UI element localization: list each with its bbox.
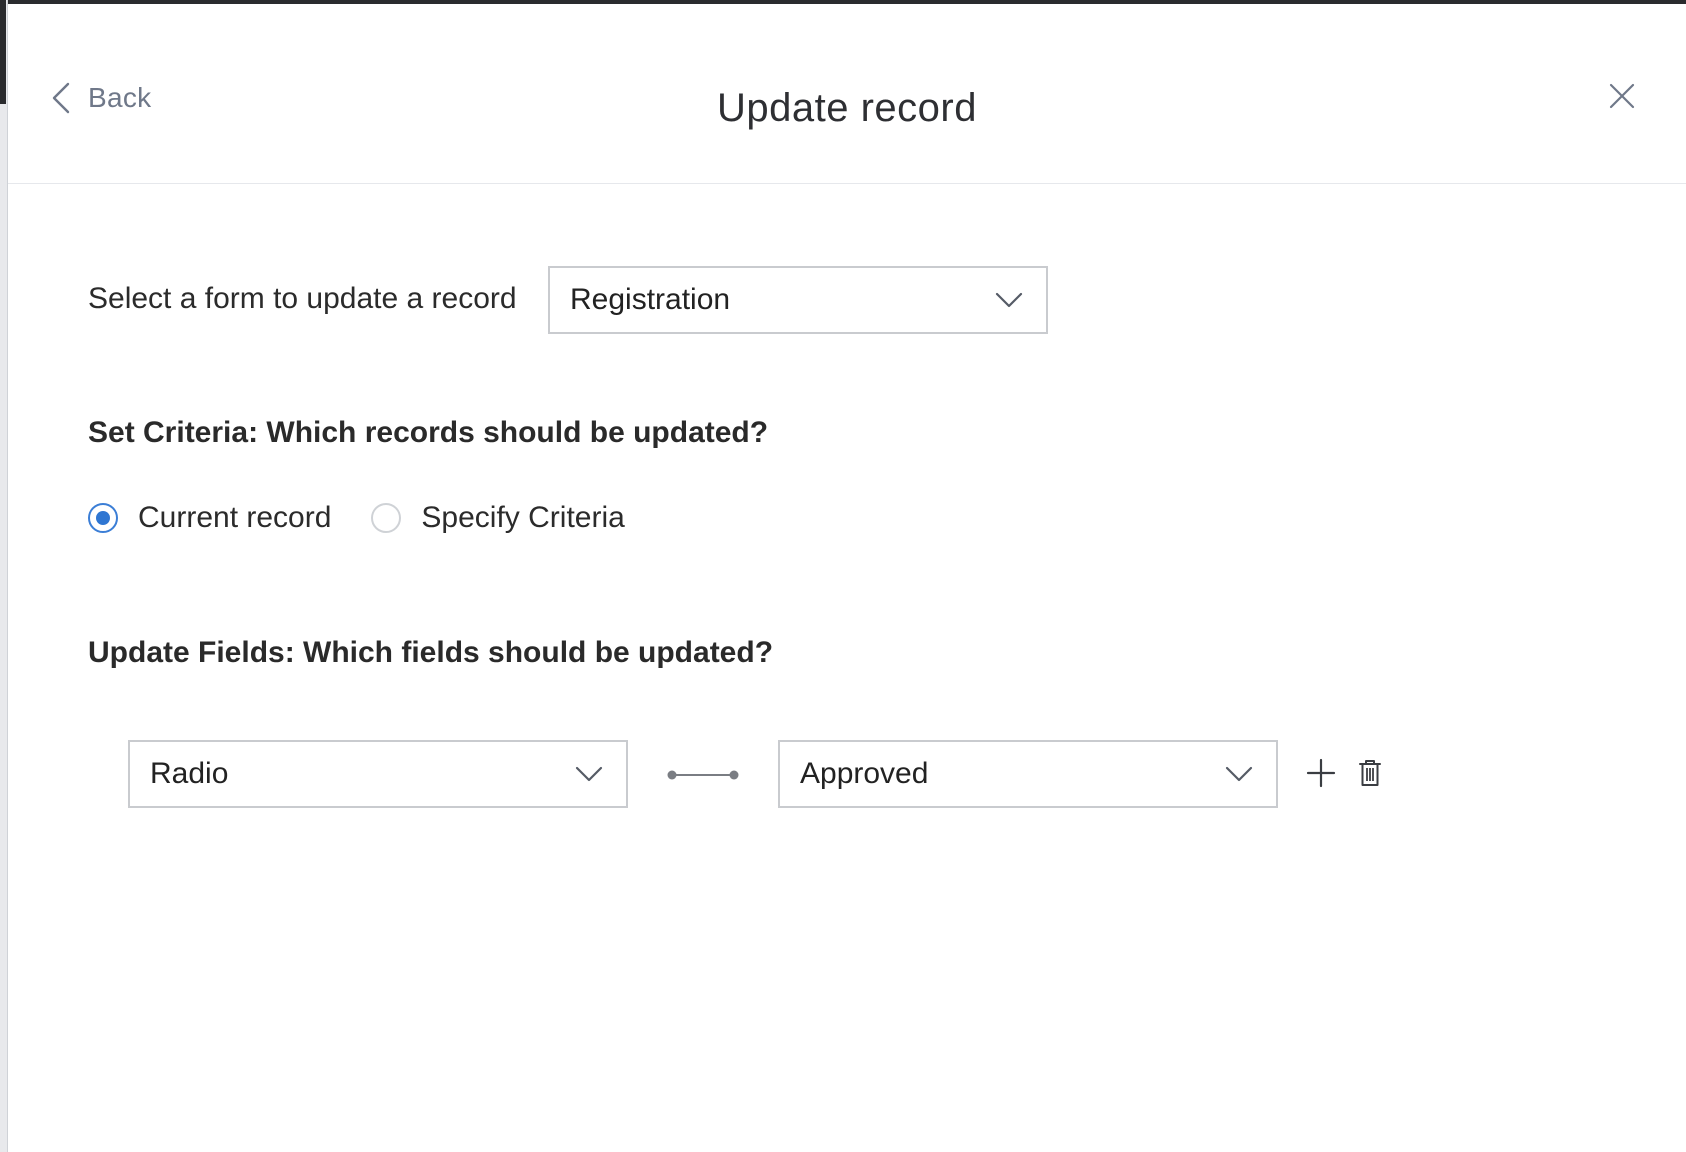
value-select[interactable]: Approved bbox=[778, 740, 1278, 808]
radio-circle bbox=[371, 503, 402, 533]
form-select-value: Registration bbox=[570, 283, 731, 316]
form-select[interactable]: Registration bbox=[548, 266, 1048, 334]
close-icon bbox=[1609, 83, 1635, 109]
criteria-radio-group: Current record Specify Criteria bbox=[88, 498, 665, 538]
update-fields-title: Update Fields: Which fields should be up… bbox=[88, 636, 774, 669]
value-select-value: Approved bbox=[800, 757, 929, 790]
radio-label: Current record bbox=[138, 501, 332, 534]
page-title: Update record bbox=[717, 86, 977, 130]
field-select[interactable]: Radio bbox=[128, 740, 628, 808]
radio-circle-checked bbox=[88, 503, 118, 533]
field-value-connector bbox=[667, 770, 739, 780]
delete-field-button[interactable] bbox=[1358, 758, 1382, 788]
chevron-down-icon bbox=[995, 292, 1023, 308]
window-left-edge-dark bbox=[0, 0, 6, 104]
chevron-down-icon bbox=[1225, 766, 1253, 782]
add-field-button[interactable] bbox=[1306, 758, 1336, 788]
plus-icon bbox=[1306, 758, 1336, 788]
radio-current-record[interactable]: Current record bbox=[88, 501, 331, 535]
form-select-label: Select a form to update a record bbox=[88, 282, 517, 315]
update-record-dialog: Back Update record Select a form to upda… bbox=[0, 0, 1686, 1152]
trash-icon bbox=[1359, 760, 1381, 786]
close-button[interactable] bbox=[1606, 80, 1638, 112]
radio-specify-criteria[interactable]: Specify Criteria bbox=[371, 501, 625, 535]
dialog-header: Back Update record bbox=[8, 4, 1686, 184]
field-select-value: Radio bbox=[150, 757, 229, 790]
radio-label: Specify Criteria bbox=[421, 501, 625, 534]
criteria-title: Set Criteria: Which records should be up… bbox=[88, 416, 769, 449]
chevron-down-icon bbox=[575, 766, 603, 782]
